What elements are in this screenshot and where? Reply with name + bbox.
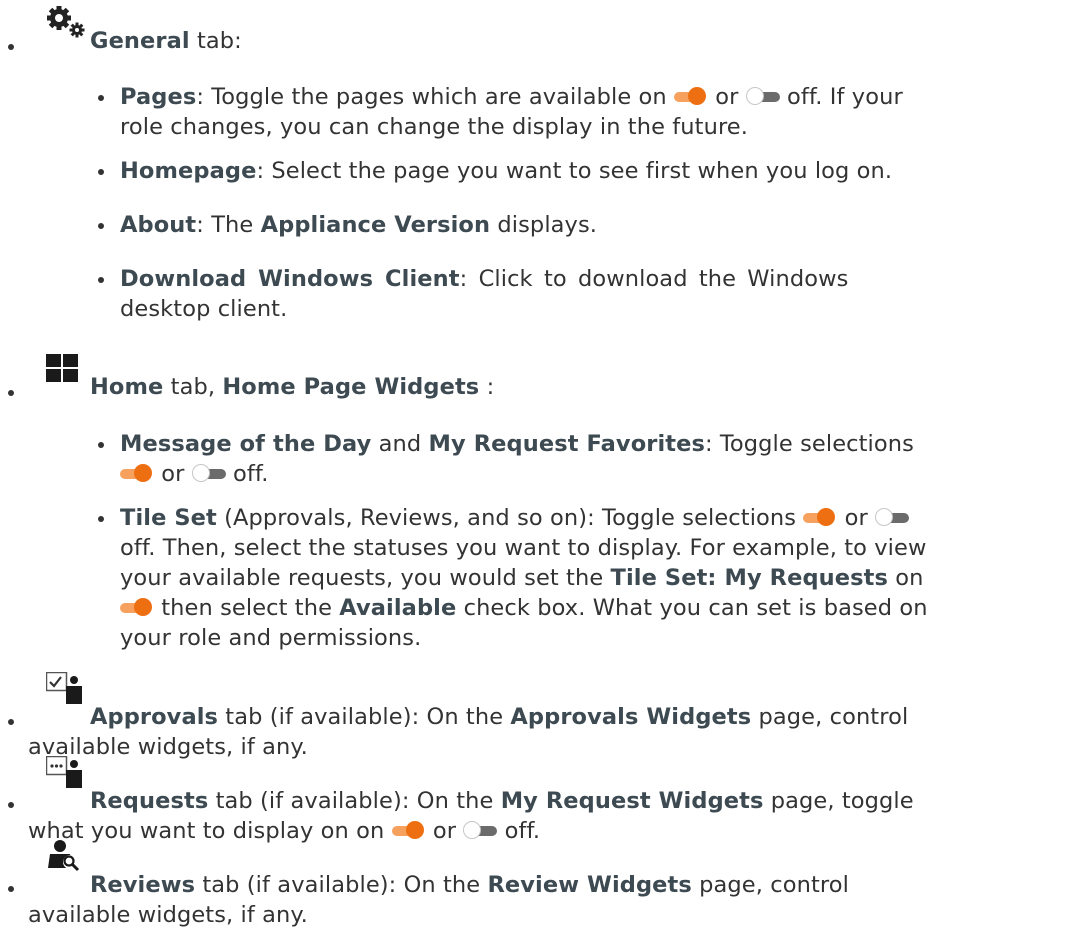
text: off. [497, 818, 541, 844]
term-tile-set-my-requests: Tile Set: My Requests [610, 565, 888, 591]
message-line-1: Message of the Day and My Request Favori… [120, 429, 914, 459]
text: off. [225, 461, 269, 487]
bullet [8, 802, 14, 808]
term-download-windows-client: Download Windows Client [120, 266, 460, 292]
bullet [98, 277, 104, 283]
toggle-off-icon [463, 821, 498, 839]
tileset-line-2: off. Then, select the statuses you want … [120, 535, 927, 561]
text: page, control [691, 872, 849, 898]
bullet [8, 44, 14, 50]
text: page, toggle [763, 788, 914, 814]
download-line-2: desktop client. [120, 296, 288, 322]
term-my-request-favorites: My Request Favorites [428, 431, 705, 457]
pages-line-2: role changes, you can change the display… [120, 114, 748, 140]
text: : Click to download the Windows [459, 266, 849, 292]
toggle-off-icon [191, 464, 226, 482]
requests-line-2: what you want to display on on or off. [28, 816, 540, 846]
reviews-line-2: available widgets, if any. [28, 902, 308, 928]
tab-name-home: Home [90, 374, 164, 400]
message-line-2: or off. [120, 459, 269, 489]
term-tile-set: Tile Set [120, 505, 217, 531]
heading-suffix: tab: [189, 28, 242, 54]
text: tab, [163, 374, 223, 400]
bullet [8, 390, 14, 396]
term-my-request-widgets: My Request Widgets [500, 788, 764, 814]
term-homepage: Homepage [120, 158, 257, 184]
text: : Toggle the pages which are available o… [196, 84, 675, 110]
term-about: About [120, 212, 197, 238]
approvals-icon [46, 672, 82, 704]
tiles-icon [46, 354, 78, 382]
approvals-line-1: Approvals tab (if available): On the App… [90, 702, 908, 732]
requests-icon [46, 756, 82, 788]
text: (Approvals, Reviews, and so on): Toggle … [216, 505, 804, 531]
text: or [708, 84, 746, 110]
bullet [98, 516, 104, 522]
text: tab (if available): On the [195, 872, 488, 898]
text: on [887, 565, 924, 591]
text: tab (if available): On the [208, 788, 501, 814]
toggle-on-icon [674, 87, 708, 105]
text: or [837, 505, 876, 531]
bullet [98, 442, 104, 448]
about-line: About: The Appliance Version displays. [120, 210, 597, 240]
gears-icon [47, 6, 85, 38]
text: then select the [154, 595, 340, 621]
download-line-1: Download Windows Client: Click to downlo… [120, 264, 848, 294]
text: tab (if available): On the [218, 704, 511, 730]
toggle-on-icon [391, 821, 426, 839]
text: page, control [751, 704, 909, 730]
term-home-page-widgets: Home Page Widgets [222, 374, 480, 400]
toggle-on-icon [120, 598, 154, 616]
tab-name-approvals: Approvals [90, 704, 219, 730]
reviews-icon [48, 840, 80, 872]
bullet [8, 719, 14, 725]
tab-name-general: General [90, 28, 190, 54]
text: and [371, 431, 429, 457]
text: what you want to display on on [28, 818, 392, 844]
term-message-of-the-day: Message of the Day [120, 431, 372, 457]
term-appliance-version: Appliance Version [260, 212, 491, 238]
toggle-off-icon [745, 87, 780, 105]
tileset-line-3: your available requests, you would set t… [120, 563, 923, 593]
term-available: Available [339, 595, 457, 621]
pages-line-1: Pages: Toggle the pages which are availa… [120, 82, 903, 112]
tab-name-reviews: Reviews [90, 872, 196, 898]
term-pages: Pages [120, 84, 197, 110]
tileset-line-5: your role and permissions. [120, 625, 422, 651]
reviews-line-1: Reviews tab (if available): On the Revie… [90, 870, 849, 900]
bullet [98, 169, 104, 175]
text: : Toggle selections [704, 431, 914, 457]
toggle-on-icon [120, 464, 154, 482]
text: displays. [490, 212, 598, 238]
term-review-widgets: Review Widgets [487, 872, 692, 898]
text: your available requests, you would set t… [120, 565, 611, 591]
requests-line-1: Requests tab (if available): On the My R… [90, 786, 914, 816]
text: or [425, 818, 464, 844]
toggle-off-icon [875, 508, 910, 526]
tileset-line-1: Tile Set (Approvals, Reviews, and so on)… [120, 503, 910, 533]
term-approvals-widgets: Approvals Widgets [510, 704, 752, 730]
text: : The [196, 212, 261, 238]
general-heading: General tab: [90, 26, 242, 56]
tileset-line-4: then select the Available check box. Wha… [120, 593, 928, 623]
text: or [154, 461, 192, 487]
homepage-line: Homepage: Select the page you want to se… [120, 156, 892, 186]
home-heading: Home tab, Home Page Widgets : [90, 372, 494, 402]
bullet [98, 223, 104, 229]
text: off. If your [779, 84, 903, 110]
text: : Select the page you want to see first … [256, 158, 893, 184]
toggle-on-icon [803, 508, 837, 526]
text: : [479, 374, 495, 400]
bullet [98, 95, 104, 101]
text: check box. What you can set is based on [456, 595, 928, 621]
bullet [8, 886, 14, 892]
tab-name-requests: Requests [90, 788, 209, 814]
